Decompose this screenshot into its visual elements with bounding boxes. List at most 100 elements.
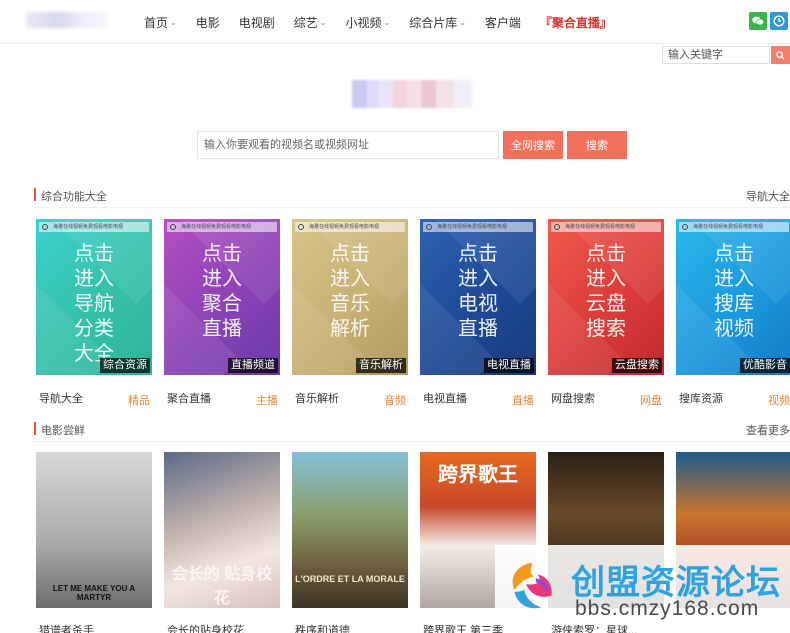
- poster-search-text: 海量在线视频免费观看电影电视: [181, 224, 252, 230]
- poster-headline: 点击 进入 云盘 搜索: [548, 241, 664, 341]
- feature-caption[interactable]: 电视直播: [423, 390, 467, 406]
- search-icon: [42, 224, 48, 230]
- top-navbar: 首页 ⌄ 电影 电视剧 综艺 ⌄ 小视频 ⌄ 综合片库 ⌄ 客户端 『聚合直播』: [0, 0, 790, 44]
- features-section-header: 综合功能大全 导航大全: [34, 187, 790, 203]
- movie-title[interactable]: 跨界歌王 第三季: [423, 622, 503, 633]
- poster-headline-line: 点击: [330, 241, 370, 265]
- poster-title-art: 会长的 贴身校花: [171, 566, 273, 607]
- search-button[interactable]: 搜索: [567, 131, 627, 159]
- poster-headline-line: 电视: [458, 291, 498, 315]
- feature-poster[interactable]: 海量在线视频免费观看电影电视 点击 进入 音乐 解析 音乐解析: [292, 219, 408, 375]
- search-icon: [170, 224, 176, 230]
- poster-tag: 直播频道: [228, 358, 278, 373]
- site-logo[interactable]: [26, 12, 108, 28]
- chevron-down-icon: ⌄: [383, 18, 391, 27]
- video-search-input[interactable]: 输入你要观看的视频名或视频网址: [197, 131, 499, 159]
- poster-headline-line: 视频: [714, 316, 754, 340]
- poster-title-art: 跨界歌王: [438, 464, 518, 486]
- feature-caption[interactable]: 搜库资源: [679, 390, 723, 406]
- poster-headline-line: 直播: [458, 316, 498, 340]
- feature-card[interactable]: 海量在线视频免费观看电影电视点击 进入 导航 分类 大全 综合资源导航大全 精品: [36, 219, 152, 407]
- poster-search-strip: 海量在线视频免费观看电影电视: [679, 222, 789, 232]
- nav-item-movies[interactable]: 电影: [196, 14, 220, 31]
- section-title: 电影尝鲜: [41, 425, 85, 437]
- search-icon: [776, 50, 785, 60]
- movie-poster[interactable]: L'ORDRE ET LA MORALE: [292, 452, 408, 608]
- feature-card[interactable]: 海量在线视频免费观看电影电视 点击 进入 电视 直播 电视直播电视直播 直播: [420, 219, 536, 407]
- movie-title[interactable]: 会长的贴身校花: [167, 622, 244, 633]
- poster-headline-line: 解析: [330, 316, 370, 340]
- search-icon: [554, 224, 560, 230]
- poster-search-strip: 海量在线视频免费观看电影电视: [39, 222, 149, 232]
- movie-poster[interactable]: 会长的 贴身校花: [164, 452, 280, 608]
- poster-search-strip: 海量在线视频免费观看电影电视: [423, 222, 533, 232]
- section-more-link[interactable]: 导航大全: [746, 188, 790, 204]
- poster-headline: 点击 进入 音乐 解析: [292, 241, 408, 341]
- poster-headline: 点击 进入 搜库 视频: [676, 241, 790, 341]
- keyword-search-input[interactable]: 输入关键字: [662, 46, 770, 64]
- feature-subtag: 精品: [128, 395, 150, 407]
- feature-card[interactable]: 海量在线视频免费观看电影电视点击 进入 云盘 搜索云盘搜索网盘搜索 网盘: [548, 219, 664, 407]
- poster-headline-line: 进入: [458, 266, 498, 290]
- feature-cards: 海量在线视频免费观看电影电视 点击 进入 导航 分类 大全 综合资源 导航大全 精品 海量在线视频…: [36, 219, 790, 407]
- poster-headline-line: 点击: [714, 241, 754, 265]
- divider: [34, 207, 790, 208]
- nav-item-tv[interactable]: 电视剧: [239, 14, 275, 31]
- feature-subtag: 视频: [768, 395, 790, 407]
- section-title: 综合功能大全: [41, 191, 107, 203]
- poster-tag: 优酷影音: [740, 358, 790, 373]
- nav-item-home[interactable]: 首页 ⌄: [144, 14, 177, 31]
- feature-poster[interactable]: 海量在线视频免费观看电影电视点击 进入 导航 分类 大全 综合资源: [36, 219, 152, 375]
- movie-title[interactable]: 秩序和道德: [295, 622, 350, 633]
- feature-subtag: 主播: [256, 395, 278, 407]
- poster-headline-line: 进入: [74, 266, 114, 290]
- poster-title-art: L'ORDRE ET LA MORALE: [295, 574, 405, 584]
- poster-headline-line: 聚合: [202, 291, 242, 315]
- feature-subtag: 网盘: [640, 395, 662, 407]
- nav-item-library[interactable]: 综合片库 ⌄: [409, 14, 466, 31]
- history-icon[interactable]: [770, 12, 788, 30]
- main-nav: 首页 ⌄ 电影 电视剧 综艺 ⌄ 小视频 ⌄ 综合片库 ⌄ 客户端 『聚合直播』: [144, 14, 631, 31]
- nav-item-short-video[interactable]: 小视频 ⌄: [345, 14, 390, 31]
- feature-caption[interactable]: 网盘搜索: [551, 390, 595, 406]
- feature-caption[interactable]: 音乐解析: [295, 390, 339, 406]
- keyword-search-button[interactable]: [771, 46, 790, 64]
- movie-card[interactable]: 会长的 贴身校花会长的贴身校花: [164, 452, 280, 633]
- feature-poster[interactable]: 海量在线视频免费观看电影电视点击 进入 搜库 视频优酷影音: [676, 219, 790, 375]
- poster-headline: 点击 进入 导航 分类 大全: [36, 241, 152, 366]
- movie-title[interactable]: 猎谱者杀手: [39, 622, 94, 633]
- movie-card[interactable]: L'ORDRE ET LA MORALE 秩序和道德: [292, 452, 408, 633]
- section-more-link[interactable]: 查看更多: [746, 422, 790, 438]
- poster-tag: 云盘搜索: [612, 358, 662, 373]
- nav-item-variety[interactable]: 综艺 ⌄: [294, 14, 327, 31]
- poster-headline-line: 点击: [586, 241, 626, 265]
- feature-card[interactable]: 海量在线视频免费观看电影电视 点击 进入 聚合 直播 直播频道 聚合直播 主播: [164, 219, 280, 407]
- divider: [34, 441, 790, 442]
- search-icon: [298, 224, 304, 230]
- feature-poster[interactable]: 海量在线视频免费观看电影电视点击 进入 云盘 搜索云盘搜索: [548, 219, 664, 375]
- feature-poster[interactable]: 海量在线视频免费观看电影电视 点击 进入 聚合 直播 直播频道: [164, 219, 280, 375]
- forum-url: bbs.cmzy168.com: [575, 597, 760, 620]
- nav-item-client[interactable]: 客户端: [485, 14, 521, 31]
- forum-watermark: 创盟资源论坛 bbs.cmzy168.com: [495, 545, 790, 625]
- feature-card[interactable]: 海量在线视频免费观看电影电视 点击 进入 音乐 解析 音乐解析 音乐解析 音频: [292, 219, 408, 407]
- section-bar: [34, 188, 36, 201]
- poster-headline-line: 搜索: [586, 316, 626, 340]
- feature-card[interactable]: 海量在线视频免费观看电影电视点击 进入 搜库 视频优酷影音搜库资源 视频: [676, 219, 790, 407]
- poster-headline-line: 进入: [330, 266, 370, 290]
- chevron-down-icon: ⌄: [459, 18, 466, 27]
- feature-caption[interactable]: 导航大全: [39, 390, 83, 406]
- movie-poster[interactable]: LET ME MAKE YOU A MARTYR: [36, 452, 152, 608]
- poster-headline-line: 进入: [714, 266, 754, 290]
- wechat-icon[interactable]: [749, 12, 767, 30]
- poster-search-text: 海量在线视频免费观看电影电视: [565, 224, 636, 230]
- poster-title-art: LET ME MAKE YOU A MARTYR: [52, 584, 136, 602]
- feature-caption[interactable]: 聚合直播: [167, 390, 211, 406]
- all-web-search-button[interactable]: 全网搜索: [503, 131, 563, 159]
- poster-tag: 综合资源: [100, 358, 150, 373]
- nav-item-live[interactable]: 『聚合直播』: [540, 14, 612, 31]
- movie-card[interactable]: LET ME MAKE YOU A MARTYR 猎谱者杀手: [36, 452, 152, 633]
- feature-poster[interactable]: 海量在线视频免费观看电影电视 点击 进入 电视 直播 电视直播: [420, 219, 536, 375]
- poster-headline-line: 点击: [202, 241, 242, 265]
- poster-search-text: 海量在线视频免费观看电影电视: [53, 224, 124, 230]
